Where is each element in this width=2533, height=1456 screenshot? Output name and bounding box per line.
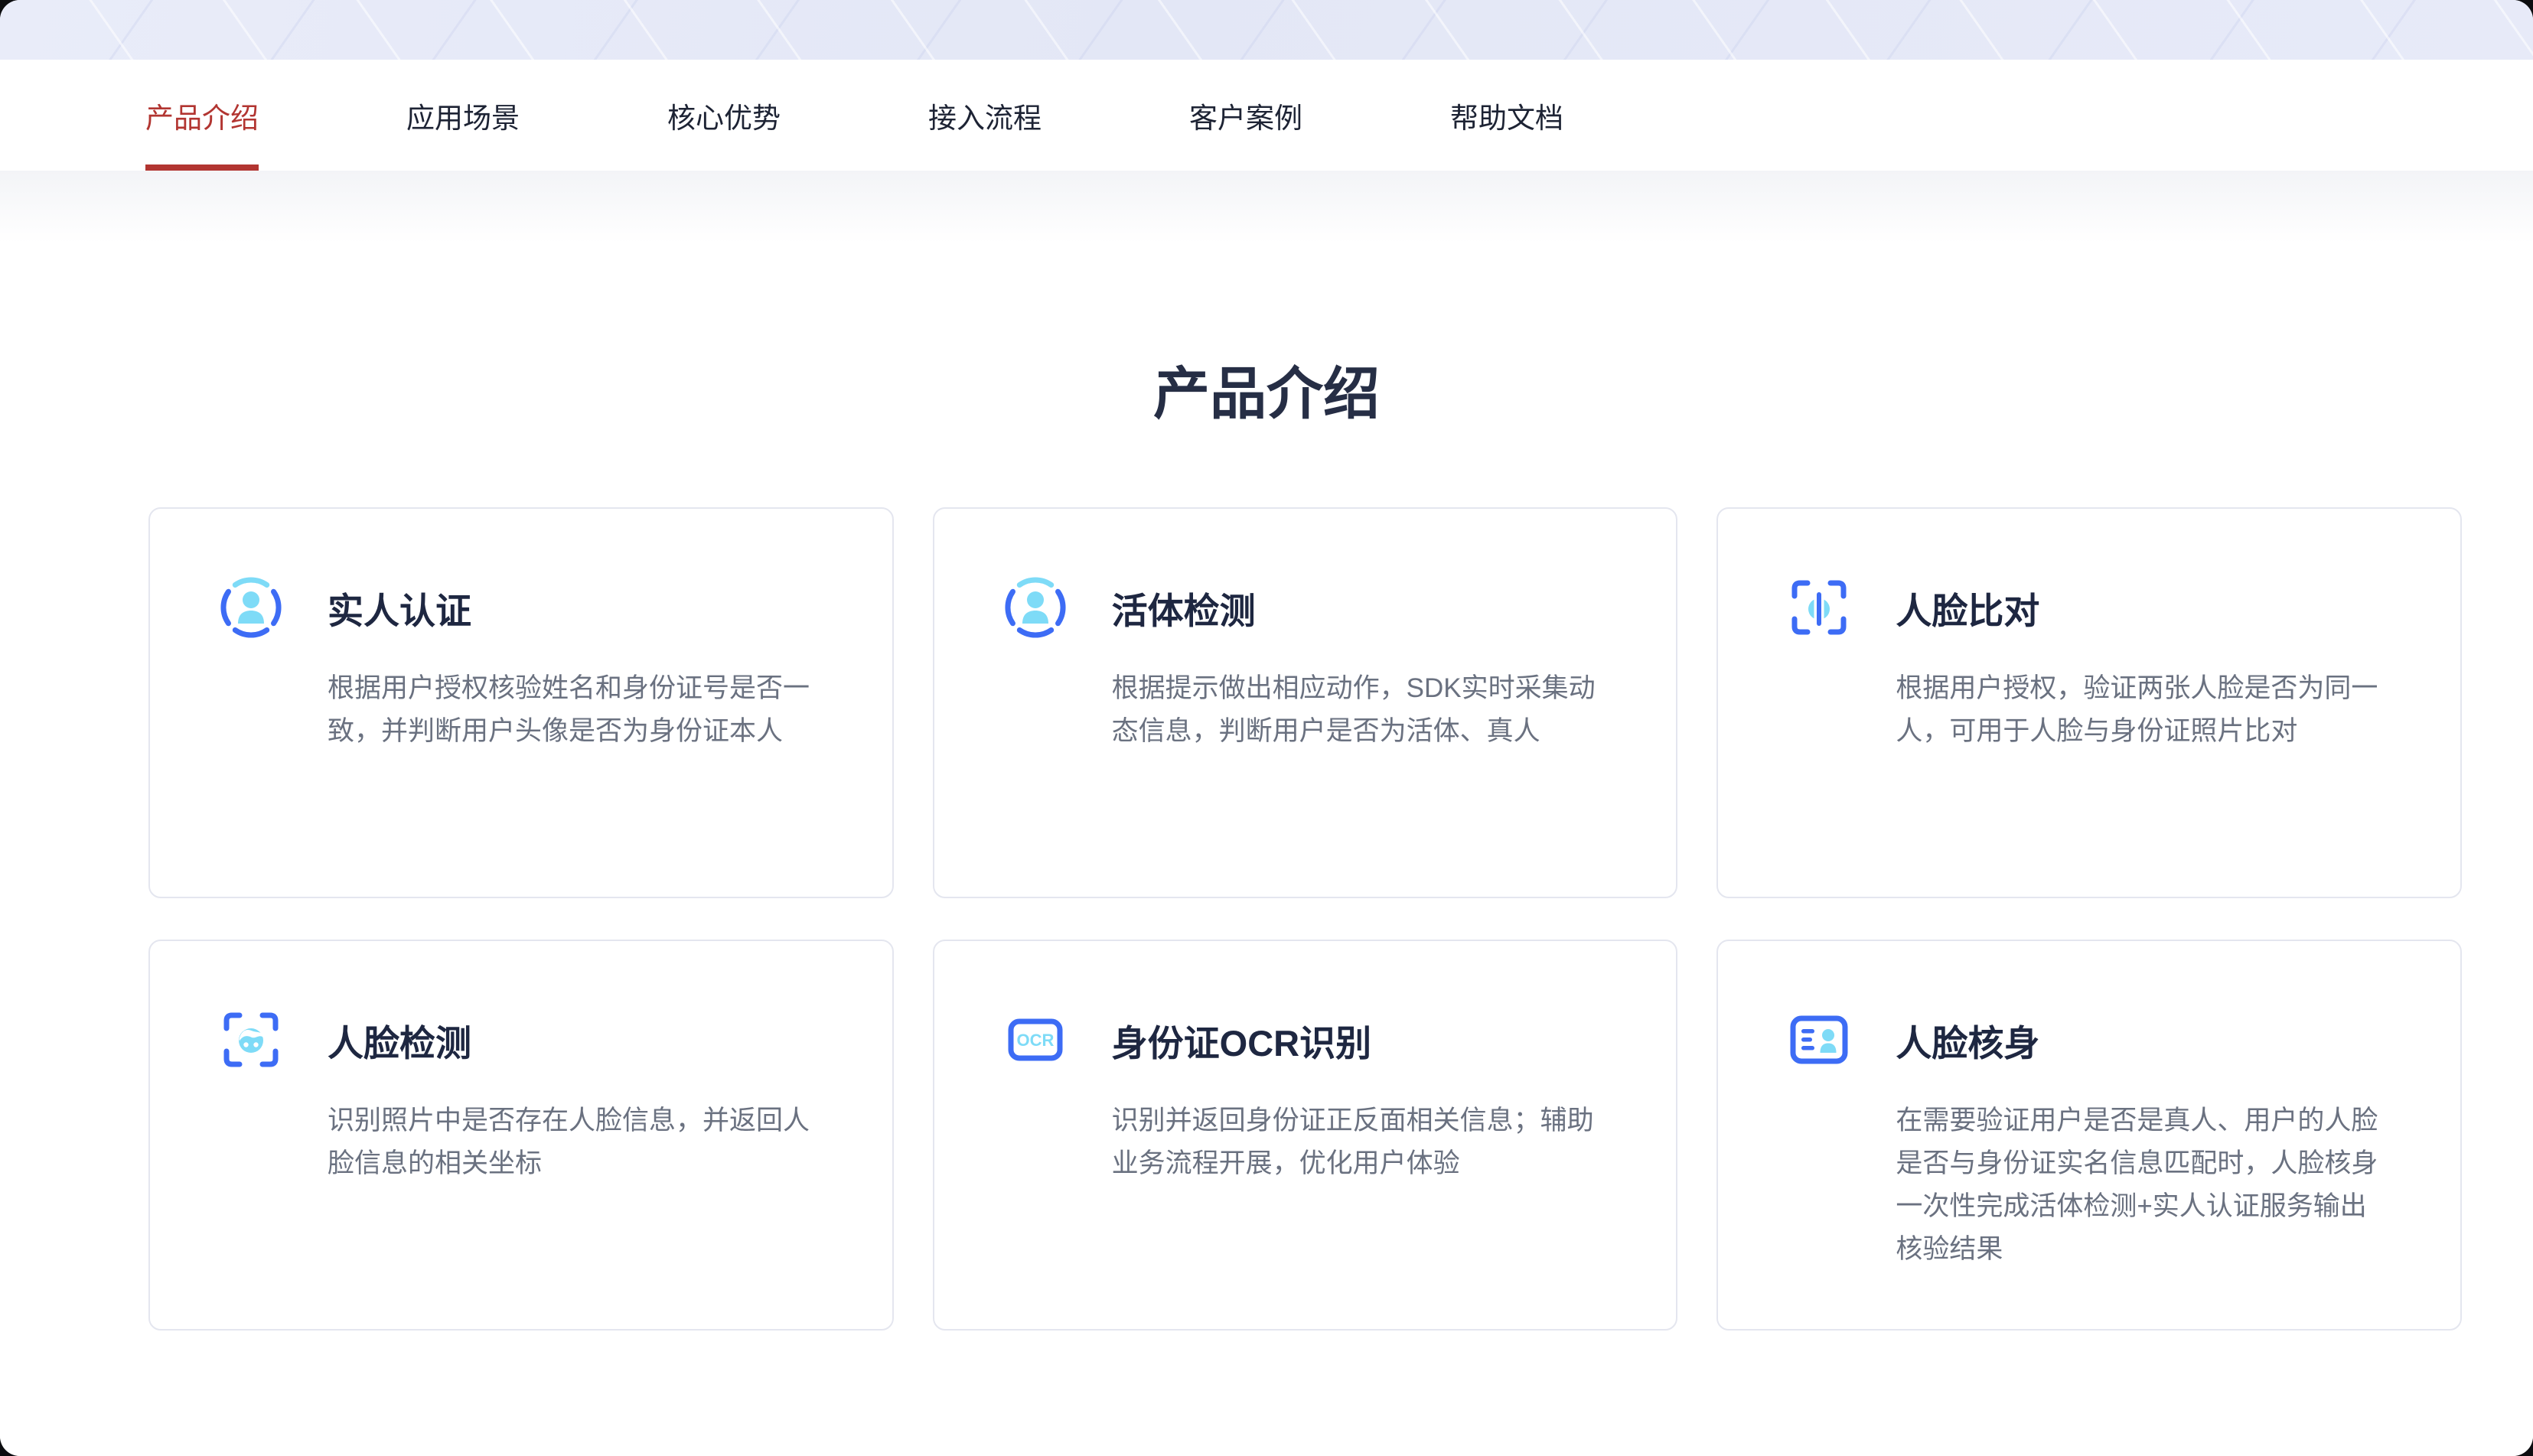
tab-help-docs[interactable]: 帮助文档 — [1450, 60, 1563, 171]
card-description: 根据用户授权，验证两张人脸是否为同一人，可用于人脸与身份证照片比对 — [1896, 667, 2393, 753]
card-real-person-auth[interactable]: 实人认证 根据用户授权核验姓名和身份证号是否一致，并判断用户头像是否为身份证本人 — [148, 507, 894, 898]
product-intro-section: 产品介绍 实人认证 根据用户授权核验姓名和身份证号是否一致，并判断用户头像是否为… — [0, 171, 2533, 1456]
card-title: 人脸检测 — [328, 1014, 471, 1067]
face-detect-viewfinder-icon — [219, 1008, 283, 1072]
person-dashed-circle-icon — [219, 575, 283, 640]
card-head: OCR 身份证OCR识别 — [1003, 1008, 1609, 1072]
card-description: 识别并返回身份证正反面相关信息；辅助业务流程开展，优化用户体验 — [1112, 1099, 1609, 1185]
card-title: 活体检测 — [1112, 581, 1256, 634]
person-dashed-circle-icon — [1003, 575, 1068, 640]
page-window: 产品介绍 应用场景 核心优势 接入流程 客户案例 帮助文档 产品介绍 — [0, 0, 2533, 1456]
id-card-person-icon — [1787, 1008, 1851, 1072]
card-face-compare[interactable]: 人脸比对 根据用户授权，验证两张人脸是否为同一人，可用于人脸与身份证照片比对 — [1716, 507, 2462, 898]
card-description: 根据用户授权核验姓名和身份证号是否一致，并判断用户头像是否为身份证本人 — [328, 667, 825, 753]
card-description: 在需要验证用户是否是真人、用户的人脸是否与身份证实名信息匹配时，人脸核身一次性完… — [1896, 1099, 2393, 1271]
svg-text:OCR: OCR — [1016, 1031, 1054, 1050]
tab-core-advantages[interactable]: 核心优势 — [667, 60, 781, 171]
tab-product-intro[interactable]: 产品介绍 — [145, 60, 259, 171]
card-liveness-detection[interactable]: 活体检测 根据提示做出相应动作，SDK实时采集动态信息，判断用户是否为活体、真人 — [933, 507, 1678, 898]
card-head: 活体检测 — [1003, 575, 1609, 640]
card-description: 识别照片中是否存在人脸信息，并返回人脸信息的相关坐标 — [328, 1099, 825, 1185]
card-title: 实人认证 — [328, 581, 471, 634]
card-head: 人脸比对 — [1787, 575, 2393, 640]
card-head: 实人认证 — [219, 575, 825, 640]
card-title: 人脸比对 — [1896, 581, 2039, 634]
card-title: 人脸核身 — [1896, 1014, 2039, 1067]
tab-use-cases[interactable]: 应用场景 — [406, 60, 520, 171]
card-description: 根据提示做出相应动作，SDK实时采集动态信息，判断用户是否为活体、真人 — [1112, 667, 1609, 753]
card-head: 人脸核身 — [1787, 1008, 2393, 1072]
card-head: 人脸检测 — [219, 1008, 825, 1072]
decorative-header-band — [0, 0, 2533, 60]
card-face-verification[interactable]: 人脸核身 在需要验证用户是否是真人、用户的人脸是否与身份证实名信息匹配时，人脸核… — [1716, 940, 2462, 1331]
card-title: 身份证OCR识别 — [1112, 1014, 1371, 1067]
face-compare-viewfinder-icon — [1787, 575, 1851, 640]
page-title: 产品介绍 — [0, 171, 2533, 422]
card-face-detection[interactable]: 人脸检测 识别照片中是否存在人脸信息，并返回人脸信息的相关坐标 — [148, 940, 894, 1331]
card-idcard-ocr[interactable]: OCR 身份证OCR识别 识别并返回身份证正反面相关信息；辅助业务流程开展，优化… — [933, 940, 1678, 1331]
tab-customer-cases[interactable]: 客户案例 — [1189, 60, 1302, 171]
ocr-badge-icon: OCR — [1003, 1008, 1068, 1072]
tab-integration-process[interactable]: 接入流程 — [928, 60, 1042, 171]
section-navbar: 产品介绍 应用场景 核心优势 接入流程 客户案例 帮助文档 — [0, 60, 2533, 171]
product-cards-grid: 实人认证 根据用户授权核验姓名和身份证号是否一致，并判断用户头像是否为身份证本人… — [148, 507, 2462, 1331]
